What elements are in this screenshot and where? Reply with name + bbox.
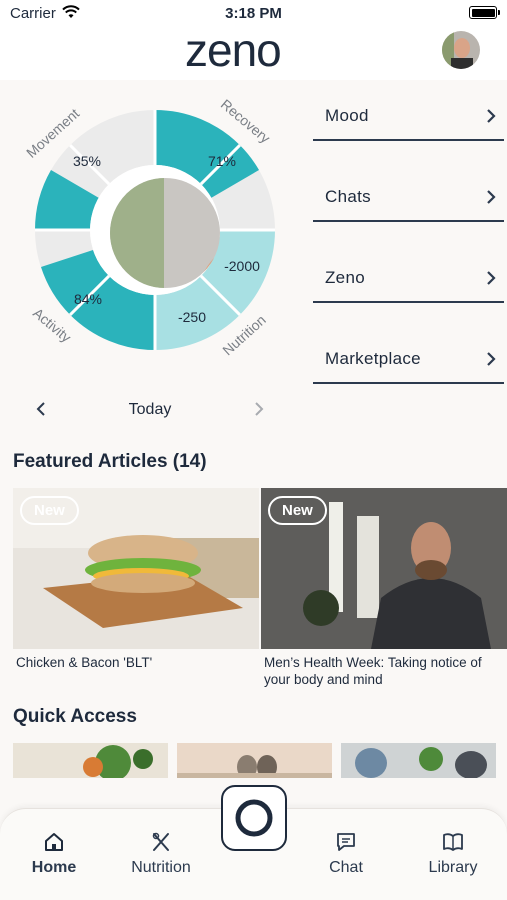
new-badge: New xyxy=(20,496,79,525)
activity-value: 84% xyxy=(73,291,103,307)
day-label: Today xyxy=(128,401,172,418)
wellbeing-wheel[interactable]: Movement Recovery Activity Nutrition 35%… xyxy=(20,95,290,365)
zeno-logo: zeno xyxy=(185,28,282,74)
chevron-right-icon[interactable] xyxy=(254,401,264,417)
article-title: Chicken & Bacon 'BLT' xyxy=(16,655,153,670)
chevron-right-icon xyxy=(487,190,496,204)
profile-photo[interactable] xyxy=(110,178,220,288)
article-card[interactable]: New Men’s Health Week: Taking notice of … xyxy=(261,488,507,688)
recovery-value: 71% xyxy=(207,153,237,169)
quick-access-row xyxy=(13,743,496,778)
menu-item-label: Zeno xyxy=(325,268,365,287)
tab-label: Nutrition xyxy=(131,859,191,876)
article-image: New xyxy=(13,488,259,649)
menu-item-zeno[interactable]: Zeno xyxy=(313,222,504,303)
article-card[interactable]: New Chicken & Bacon 'BLT' xyxy=(13,488,259,671)
tab-label: Library xyxy=(428,859,478,876)
chevron-right-icon xyxy=(487,109,496,123)
menu-item-mood[interactable]: Mood xyxy=(313,95,504,141)
menu-item-label: Mood xyxy=(325,106,369,125)
app-header: zeno xyxy=(0,28,507,80)
new-badge: New xyxy=(268,496,327,525)
svg-text:zeno: zeno xyxy=(185,28,281,74)
user-avatar[interactable] xyxy=(442,31,480,69)
zeno-center-button[interactable] xyxy=(221,785,287,851)
chevron-right-icon xyxy=(487,271,496,285)
status-bar: Carrier 3:18 PM xyxy=(0,0,507,28)
clock: 3:18 PM xyxy=(225,5,282,22)
quick-access-tile[interactable] xyxy=(13,743,168,778)
menu-item-chats[interactable]: Chats xyxy=(313,141,504,222)
quick-access-tile[interactable] xyxy=(177,743,332,778)
side-menu: Mood Chats Zeno Marketplace xyxy=(313,95,504,384)
fork-knife-icon xyxy=(152,832,169,851)
tab-home[interactable]: Home xyxy=(4,831,104,877)
menu-item-label: Chats xyxy=(325,187,371,206)
tab-nutrition[interactable]: Nutrition xyxy=(111,831,211,877)
chevron-right-icon xyxy=(487,352,496,366)
tab-chat[interactable]: Chat xyxy=(296,831,396,877)
featured-articles-heading: Featured Articles (14) xyxy=(13,451,207,472)
tab-library[interactable]: Library xyxy=(403,831,503,877)
nutrition-value-b: -2000 xyxy=(224,258,260,274)
tab-label: Chat xyxy=(329,859,363,876)
battery-icon xyxy=(469,6,500,19)
menu-item-marketplace[interactable]: Marketplace xyxy=(313,303,504,384)
day-navigator: Today xyxy=(20,398,280,422)
chat-icon xyxy=(337,833,355,851)
nutrition-value-a: -250 xyxy=(177,309,207,325)
article-title: Men’s Health Week: Taking notice of your… xyxy=(264,655,482,687)
menu-item-label: Marketplace xyxy=(325,349,421,368)
quick-access-tile[interactable] xyxy=(341,743,496,778)
tab-label: Home xyxy=(31,859,77,876)
quick-access-heading: Quick Access xyxy=(13,706,137,727)
article-image: New xyxy=(261,488,507,649)
book-icon xyxy=(443,833,463,851)
zeno-ring-icon xyxy=(235,799,273,837)
home-icon xyxy=(45,833,63,851)
movement-value: 35% xyxy=(72,153,102,169)
